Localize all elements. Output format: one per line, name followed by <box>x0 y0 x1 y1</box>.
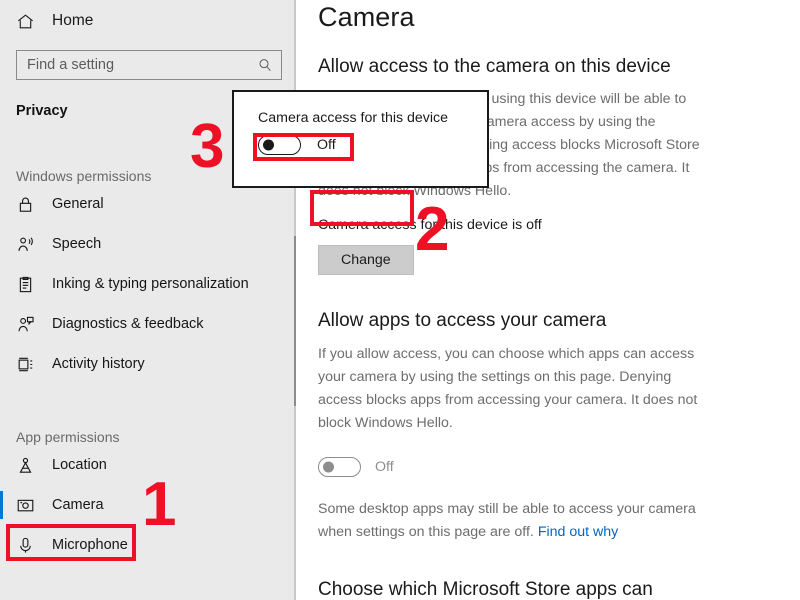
popup-toggle[interactable]: Off <box>258 135 487 155</box>
speech-person-icon <box>16 235 35 254</box>
find-out-why-link[interactable]: Find out why <box>538 524 618 540</box>
apps-access-body: If you allow access, you can choose whic… <box>318 345 698 431</box>
popup-label: Camera access for this device <box>258 110 449 126</box>
person-feedback-icon <box>16 315 35 334</box>
activity-history-icon <box>16 355 35 374</box>
toggle-switch-track[interactable] <box>318 456 361 477</box>
popup-toggle-switch-track[interactable] <box>258 135 301 155</box>
sidebar-item-diagnostics-feedback[interactable]: Diagnostics & feedback <box>0 304 296 344</box>
apps-access-heading: Allow apps to access your camera <box>318 310 607 332</box>
home-icon <box>16 12 35 31</box>
settings-window: Home Privacy Windows permissions General <box>0 0 800 600</box>
annotation-step-3: 3 <box>190 112 225 181</box>
sidebar-item-general[interactable]: General <box>0 184 296 224</box>
sidebar-item-label: General <box>52 196 104 212</box>
sidebar-item-label: Camera <box>52 497 104 513</box>
home-label: Home <box>52 12 94 29</box>
microphone-icon <box>16 536 35 555</box>
popup-toggle-switch-knob <box>263 139 274 151</box>
popup-toggle-state: Off <box>317 137 336 153</box>
camera-icon <box>16 496 35 515</box>
sidebar-item-activity-history[interactable]: Activity history <box>0 344 296 384</box>
sidebar-item-inking-typing-personalization[interactable]: Inking & typing personalization <box>0 264 296 304</box>
device-access-heading: Allow access to the camera on this devic… <box>318 56 671 77</box>
sidebar-item-speech[interactable]: Speech <box>0 224 296 264</box>
page-title: Camera <box>318 2 415 32</box>
sidebar-item-label: Location <box>52 457 107 473</box>
location-pin-icon <box>16 456 35 475</box>
clipboard-pen-icon <box>16 275 35 294</box>
sidebar-item-label: Microphone <box>52 537 128 553</box>
search-icon <box>257 57 273 73</box>
annotation-step-1: 1 <box>142 470 177 539</box>
sidebar-group-app-permissions: App permissions <box>16 429 120 445</box>
toggle-switch-knob <box>323 461 334 473</box>
desktop-apps-note-text: Some desktop apps may still be able to a… <box>318 500 696 540</box>
apps-access-toggle[interactable]: Off <box>318 456 800 477</box>
camera-access-popup: Camera access for this device Off <box>232 90 489 188</box>
change-button[interactable]: Change <box>318 245 414 276</box>
sidebar-item-label: Inking & typing personalization <box>52 276 249 292</box>
desktop-apps-note: Some desktop apps may still be able to a… <box>318 498 704 544</box>
sidebar-item-label: Diagnostics & feedback <box>52 316 204 332</box>
device-access-status: Camera access for this device is off <box>318 217 542 234</box>
apps-access-toggle-state: Off <box>375 458 394 475</box>
sidebar-item-label: Activity history <box>52 356 145 372</box>
sidebar-item-label: Speech <box>52 236 102 252</box>
store-apps-heading: Choose which Microsoft Store apps can ac… <box>318 578 653 600</box>
sidebar-item-home[interactable]: Home <box>0 4 296 38</box>
lock-icon <box>16 195 35 214</box>
search-input[interactable] <box>27 51 257 79</box>
annotation-step-2: 2 <box>415 195 450 264</box>
search-box[interactable] <box>16 50 282 80</box>
